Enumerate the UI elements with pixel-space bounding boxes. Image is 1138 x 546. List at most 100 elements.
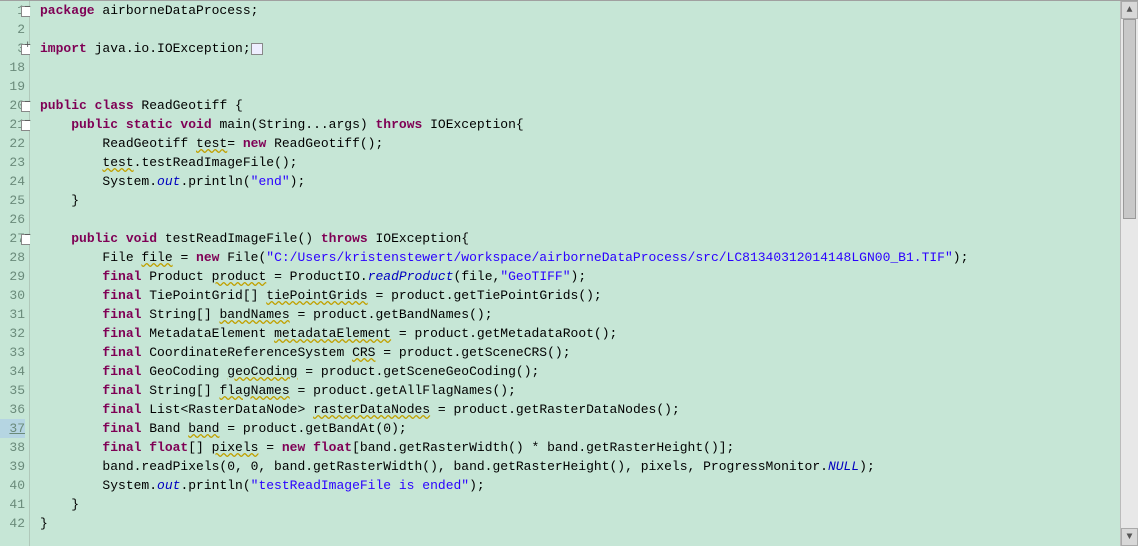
code-line[interactable]: } [40,495,1120,514]
code-line[interactable] [40,58,1120,77]
code-token: "C:/Users/kristenstewert/workspace/airbo… [266,250,953,265]
code-token: final [102,402,141,417]
vertical-scrollbar[interactable]: ▲ ▼ [1120,1,1138,546]
code-line[interactable]: final List<RasterDataNode> rasterDataNod… [40,400,1120,419]
code-line[interactable]: final TiePointGrid[] tiePointGrids = pro… [40,286,1120,305]
code-token: tiePointGrids [266,288,367,303]
code-editor[interactable]: package airborneDataProcess; import java.… [30,1,1120,546]
line-number[interactable]: 20 [0,96,25,115]
code-token: NULL [828,459,859,474]
code-token: = product.getSceneCRS(); [375,345,570,360]
code-token [40,402,102,417]
code-token: pixels [212,440,259,455]
code-token: final [102,307,141,322]
code-token: ); [571,269,587,284]
code-line[interactable]: } [40,514,1120,533]
code-line[interactable]: test.testReadImageFile(); [40,153,1120,172]
line-number: 26 [0,210,25,229]
code-token: ); [290,174,306,189]
code-token: IOException{ [368,231,469,246]
code-line[interactable]: final float[] pixels = new float[band.ge… [40,438,1120,457]
code-token: ReadGeotiff { [134,98,243,113]
code-token: [] [188,440,211,455]
code-token [40,269,102,284]
line-number[interactable]: 27 [0,229,25,248]
code-token: ReadGeotiff(); [266,136,383,151]
code-token: String[] [141,307,219,322]
code-line[interactable]: final Product product = ProductIO.readPr… [40,267,1120,286]
code-token [40,307,102,322]
line-number: 25 [0,191,25,210]
line-number: 30 [0,286,25,305]
code-line[interactable]: ReadGeotiff test= new ReadGeotiff(); [40,134,1120,153]
code-token: .println( [180,174,250,189]
code-token: airborneDataProcess; [95,3,259,18]
code-line[interactable]: final String[] flagNames = product.getAl… [40,381,1120,400]
code-token: = product.getRasterDataNodes(); [430,402,680,417]
code-line[interactable]: package airborneDataProcess; [40,1,1120,20]
code-line[interactable] [40,20,1120,39]
scroll-thumb[interactable] [1123,19,1136,219]
scroll-down-button[interactable]: ▼ [1121,528,1138,546]
code-token: System. [40,478,157,493]
code-line[interactable]: } [40,191,1120,210]
code-line[interactable]: band.readPixels(0, 0, band.getRasterWidt… [40,457,1120,476]
line-number-gutter: 1231819202122232425262728293031323334353… [0,1,30,546]
code-line[interactable]: final CoordinateReferenceSystem CRS = pr… [40,343,1120,362]
line-number[interactable]: 1 [0,1,25,20]
code-token: final [102,269,141,284]
code-line[interactable]: File file = new File("C:/Users/kristenst… [40,248,1120,267]
code-line[interactable]: final GeoCoding geoCoding = product.getS… [40,362,1120,381]
code-token: test [102,155,133,170]
line-number: 34 [0,362,25,381]
code-token: File [40,250,141,265]
line-number: 36 [0,400,25,419]
code-token: CoordinateReferenceSystem [141,345,352,360]
code-line[interactable]: System.out.println("testReadImageFile is… [40,476,1120,495]
code-token: main(String...args) [212,117,376,132]
line-number: 19 [0,77,25,96]
scroll-up-button[interactable]: ▲ [1121,1,1138,19]
code-line[interactable]: final MetadataElement metadataElement = … [40,324,1120,343]
collapsed-region-icon[interactable] [251,43,263,55]
scroll-track[interactable] [1121,19,1138,528]
line-number: 29 [0,267,25,286]
code-token: java.io.IOException; [87,41,251,56]
line-number: 28 [0,248,25,267]
code-token [40,383,102,398]
code-token: import [40,41,87,56]
line-number[interactable]: 21 [0,115,25,134]
code-token: band [188,421,219,436]
code-token: readProduct [368,269,454,284]
code-token: ); [469,478,485,493]
code-line[interactable]: public static void main(String...args) t… [40,115,1120,134]
code-token: final [102,364,141,379]
code-token: = product.getBandAt(0); [219,421,406,436]
code-line[interactable] [40,210,1120,229]
code-token: = product.getSceneGeoCoding(); [297,364,539,379]
code-token: throws [375,117,422,132]
code-token: final [102,421,141,436]
line-number[interactable]: 3 [0,39,25,58]
code-token: } [40,516,48,531]
code-line[interactable] [40,77,1120,96]
code-token: .println( [180,478,250,493]
code-token: test [196,136,227,151]
code-line[interactable]: final Band band = product.getBandAt(0); [40,419,1120,438]
line-number: 35 [0,381,25,400]
code-line[interactable]: System.out.println("end"); [40,172,1120,191]
code-token: throws [321,231,368,246]
code-line[interactable]: import java.io.IOException; [40,39,1120,58]
code-token [40,326,102,341]
line-number: 40 [0,476,25,495]
code-line[interactable]: public void testReadImageFile() throws I… [40,229,1120,248]
code-token: new [243,136,266,151]
code-token: bandNames [219,307,289,322]
code-token: = product.getAllFlagNames(); [290,383,516,398]
code-line[interactable]: final String[] bandNames = product.getBa… [40,305,1120,324]
code-token: final [102,345,141,360]
code-token [40,421,102,436]
line-number: 23 [0,153,25,172]
code-line[interactable]: public class ReadGeotiff { [40,96,1120,115]
code-token: "testReadImageFile is ended" [251,478,469,493]
